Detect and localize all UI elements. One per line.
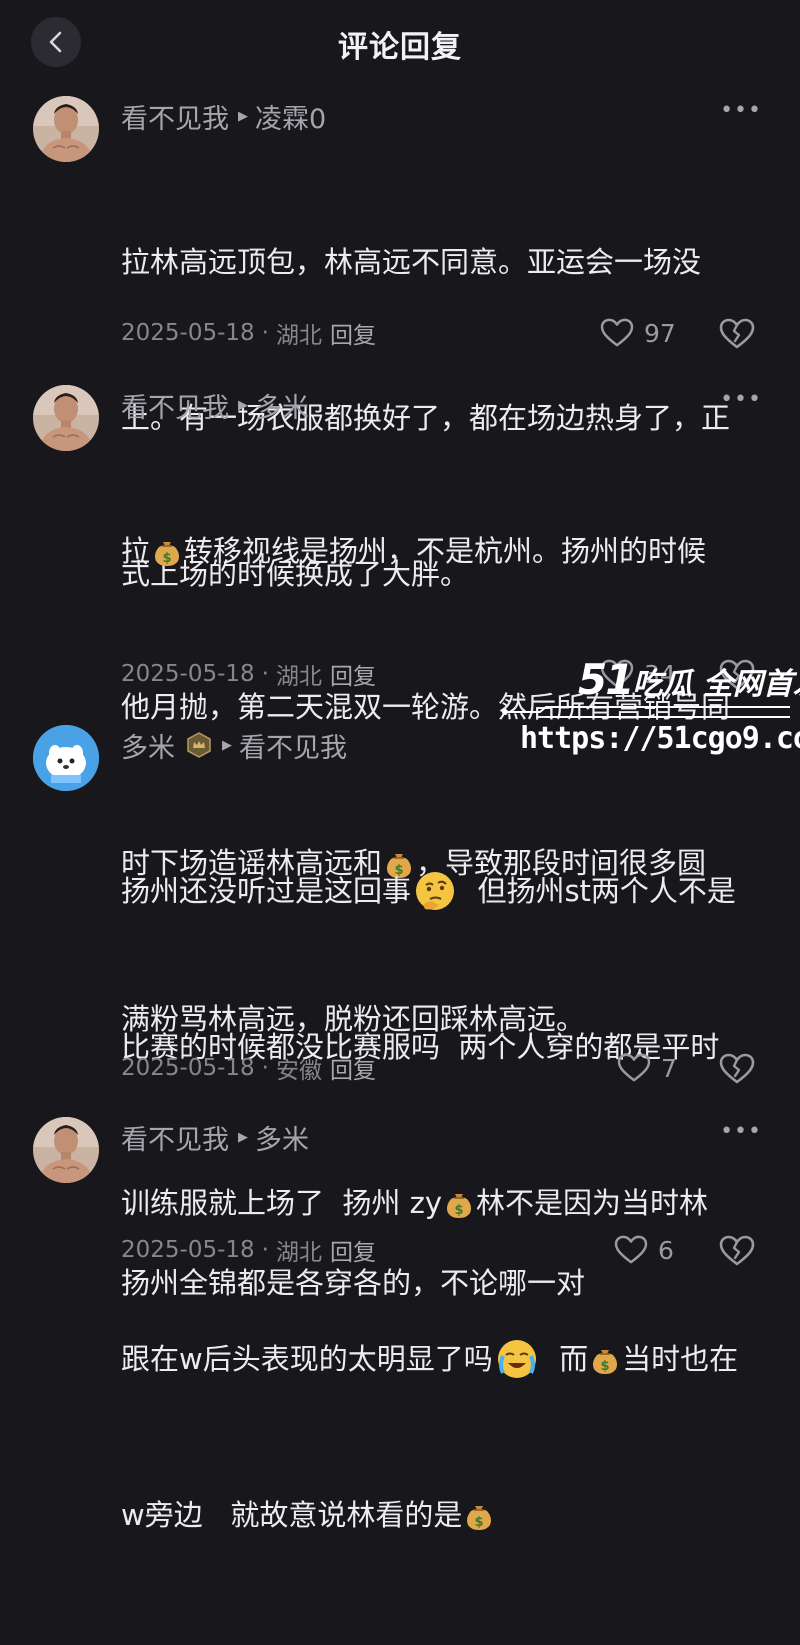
more-icon[interactable]: ••• bbox=[720, 1119, 762, 1144]
comment-location: 安徽 bbox=[275, 1058, 322, 1084]
reply-to-name[interactable]: 看不见我 bbox=[239, 726, 347, 765]
comment-text: 扬州全锦都是各穿各的，不论哪一对 bbox=[121, 1266, 586, 1300]
avatar[interactable] bbox=[33, 725, 99, 791]
comment-meta: 2025-05-18 · 安徽 回复 bbox=[121, 1051, 376, 1085]
money-bag-icon bbox=[464, 1501, 494, 1531]
reply-arrow-icon: ▶ bbox=[238, 397, 248, 413]
like-button[interactable]: 7 bbox=[617, 1048, 677, 1088]
comment-header: 看不见我 ▶ 凌霖0 bbox=[121, 97, 326, 136]
reply-arrow-icon: ▶ bbox=[238, 1129, 248, 1145]
reply-arrow-icon: ▶ bbox=[222, 737, 232, 753]
like-count: 97 bbox=[644, 318, 676, 348]
comment-item: 看不见我 ▶ 多米 ••• 扬州全锦都是各穿各的，不论哪一对 2025-05-1… bbox=[0, 1117, 800, 1300]
watermark-divider bbox=[502, 706, 790, 718]
avatar[interactable] bbox=[33, 385, 99, 451]
reply-to-name[interactable]: 多米 bbox=[255, 386, 309, 425]
reply-button[interactable]: 回复 bbox=[330, 1233, 376, 1267]
comment-location: 湖北 bbox=[275, 664, 322, 690]
author-name[interactable]: 看不见我 bbox=[121, 97, 229, 136]
comment-location: 湖北 bbox=[275, 323, 322, 349]
comment-date: 2025-05-18 bbox=[121, 1237, 255, 1263]
thinking-face-icon bbox=[416, 872, 455, 910]
comment-header: 看不见我 ▶ 多米 bbox=[121, 386, 309, 425]
comment-meta: 2025-05-18 · 湖北 回复 bbox=[121, 1233, 376, 1267]
comment-date: 2025-05-18 bbox=[121, 661, 255, 687]
heart-icon bbox=[600, 318, 634, 348]
reply-to-name[interactable]: 凌霖0 bbox=[255, 97, 326, 136]
comment-item: 多米 ▶ 看不见我 扬州还没听过是这回事 但扬州st两个人不是 比赛的时候都没比… bbox=[0, 725, 800, 1532]
comment-meta: 2025-05-18 · 湖北 回复 bbox=[121, 316, 376, 350]
watermark-brand: 51吃瓜 全网首发 bbox=[578, 655, 800, 704]
broken-heart-icon[interactable] bbox=[719, 316, 755, 352]
broken-heart-icon[interactable] bbox=[719, 1233, 755, 1269]
like-count: 7 bbox=[661, 1053, 677, 1083]
comment-header: 多米 ▶ 看不见我 bbox=[121, 726, 347, 765]
reply-button[interactable]: 回复 bbox=[330, 1051, 376, 1085]
comment-location: 湖北 bbox=[275, 1240, 322, 1266]
crown-badge-icon bbox=[187, 732, 211, 758]
more-icon[interactable]: ••• bbox=[720, 387, 762, 412]
money-bag-icon bbox=[152, 537, 182, 567]
more-icon[interactable]: ••• bbox=[720, 98, 762, 123]
heart-icon bbox=[617, 1053, 651, 1083]
watermark-url: https://51cgo9.com bbox=[520, 721, 800, 756]
reply-button[interactable]: 回复 bbox=[330, 657, 376, 691]
like-button[interactable]: 6 bbox=[614, 1230, 674, 1270]
comment-meta: 2025-05-18 · 湖北 回复 bbox=[121, 657, 376, 691]
comment-item: 看不见我 ▶ 凌霖0 ••• 拉林高远顶包，林高远不同意。亚运会一场没 上。有一… bbox=[0, 96, 800, 591]
reply-to-name[interactable]: 多米 bbox=[255, 1118, 309, 1157]
like-count: 6 bbox=[658, 1235, 674, 1265]
heart-icon bbox=[614, 1235, 648, 1265]
broken-heart-icon[interactable] bbox=[719, 1051, 755, 1087]
comment-item: 看不见我 ▶ 多米 ••• 拉转移视线是扬州，不是杭州。扬州的时候 他月抛，第二… bbox=[0, 385, 800, 1036]
reply-arrow-icon: ▶ bbox=[238, 108, 248, 124]
comment-header: 看不见我 ▶ 多米 bbox=[121, 1118, 309, 1157]
page-title: 评论回复 bbox=[338, 30, 462, 65]
like-button[interactable]: 97 bbox=[600, 313, 676, 353]
avatar[interactable] bbox=[33, 96, 99, 162]
author-name[interactable]: 多米 bbox=[121, 726, 175, 765]
comment-date: 2025-05-18 bbox=[121, 1055, 255, 1081]
author-name[interactable]: 看不见我 bbox=[121, 1118, 229, 1157]
comment-date: 2025-05-18 bbox=[121, 320, 255, 346]
avatar[interactable] bbox=[33, 1117, 99, 1183]
author-name[interactable]: 看不见我 bbox=[121, 386, 229, 425]
reply-button[interactable]: 回复 bbox=[330, 316, 376, 350]
watermark: 51吃瓜 全网首发 https://51cgo9.com bbox=[500, 655, 800, 767]
header: 评论回复 bbox=[0, 0, 800, 86]
